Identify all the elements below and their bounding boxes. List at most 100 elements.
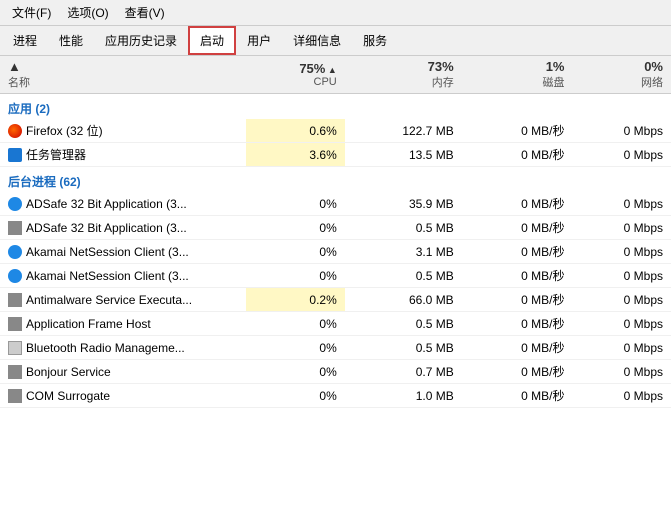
app-icon bbox=[8, 221, 22, 235]
network-value: 0 Mbps bbox=[572, 264, 671, 288]
table-row[interactable]: ADSafe 32 Bit Application (3...0%35.9 MB… bbox=[0, 192, 671, 216]
disk-value: 0 MB/秒 bbox=[462, 192, 573, 216]
app-icon bbox=[8, 197, 22, 211]
app-icon bbox=[8, 245, 22, 259]
cpu-value: 0% bbox=[246, 192, 344, 216]
group-header: 应用 (2) bbox=[0, 94, 671, 120]
network-value: 0 Mbps bbox=[572, 192, 671, 216]
process-name: COM Surrogate bbox=[0, 384, 246, 408]
disk-value: 0 MB/秒 bbox=[462, 143, 573, 167]
cpu-value: 0% bbox=[246, 312, 344, 336]
table-row[interactable]: COM Surrogate0%1.0 MB0 MB/秒0 Mbps bbox=[0, 384, 671, 408]
tab-app-history[interactable]: 应用历史记录 bbox=[94, 27, 188, 54]
memory-value: 0.5 MB bbox=[345, 264, 462, 288]
network-value: 0 Mbps bbox=[572, 216, 671, 240]
process-name: 任务管理器 bbox=[0, 143, 246, 167]
network-value: 0 Mbps bbox=[572, 336, 671, 360]
network-value: 0 Mbps bbox=[572, 312, 671, 336]
process-name: ADSafe 32 Bit Application (3... bbox=[0, 192, 246, 216]
tab-bar: 进程 性能 应用历史记录 启动 用户 详细信息 服务 bbox=[0, 26, 671, 56]
table-row[interactable]: ADSafe 32 Bit Application (3...0%0.5 MB0… bbox=[0, 216, 671, 240]
cpu-value: 0% bbox=[246, 240, 344, 264]
process-name: Bluetooth Radio Manageme... bbox=[0, 336, 246, 360]
disk-value: 0 MB/秒 bbox=[462, 216, 573, 240]
memory-value: 0.5 MB bbox=[345, 312, 462, 336]
cpu-value: 0.2% bbox=[246, 288, 344, 312]
table-row[interactable]: Firefox (32 位)0.6%122.7 MB0 MB/秒0 Mbps bbox=[0, 119, 671, 143]
app-icon bbox=[8, 317, 22, 331]
menu-bar: 文件(F) 选项(O) 查看(V) bbox=[0, 0, 671, 26]
process-name: Firefox (32 位) bbox=[0, 119, 246, 143]
network-value: 0 Mbps bbox=[572, 384, 671, 408]
memory-value: 122.7 MB bbox=[345, 119, 462, 143]
process-table-area[interactable]: ▲ 名称 75% CPU 73% 内存 1% 磁盘 bbox=[0, 56, 671, 505]
process-name: Bonjour Service bbox=[0, 360, 246, 384]
table-row[interactable]: Application Frame Host0%0.5 MB0 MB/秒0 Mb… bbox=[0, 312, 671, 336]
table-row[interactable]: Akamai NetSession Client (3...0%3.1 MB0 … bbox=[0, 240, 671, 264]
col-memory[interactable]: 73% 内存 bbox=[345, 56, 462, 94]
process-name: ADSafe 32 Bit Application (3... bbox=[0, 216, 246, 240]
memory-value: 3.1 MB bbox=[345, 240, 462, 264]
network-value: 0 Mbps bbox=[572, 143, 671, 167]
app-icon bbox=[8, 269, 22, 283]
table-row[interactable]: Antimalware Service Executa...0.2%66.0 M… bbox=[0, 288, 671, 312]
app-icon bbox=[8, 341, 22, 355]
memory-value: 0.5 MB bbox=[345, 216, 462, 240]
menu-options[interactable]: 选项(O) bbox=[59, 2, 116, 23]
app-icon bbox=[8, 148, 22, 162]
tab-services[interactable]: 服务 bbox=[352, 27, 398, 54]
app-icon bbox=[8, 365, 22, 379]
table-row[interactable]: Bluetooth Radio Manageme...0%0.5 MB0 MB/… bbox=[0, 336, 671, 360]
menu-view[interactable]: 查看(V) bbox=[117, 2, 173, 23]
process-name: Akamai NetSession Client (3... bbox=[0, 264, 246, 288]
disk-value: 0 MB/秒 bbox=[462, 119, 573, 143]
menu-file[interactable]: 文件(F) bbox=[4, 2, 59, 23]
memory-value: 66.0 MB bbox=[345, 288, 462, 312]
disk-value: 0 MB/秒 bbox=[462, 384, 573, 408]
disk-value: 0 MB/秒 bbox=[462, 360, 573, 384]
tab-details[interactable]: 详细信息 bbox=[282, 27, 352, 54]
tab-users[interactable]: 用户 bbox=[236, 27, 282, 54]
cpu-value: 0% bbox=[246, 216, 344, 240]
network-value: 0 Mbps bbox=[572, 119, 671, 143]
process-table: ▲ 名称 75% CPU 73% 内存 1% 磁盘 bbox=[0, 56, 671, 408]
cpu-value: 0% bbox=[246, 264, 344, 288]
app-icon bbox=[8, 293, 22, 307]
network-value: 0 Mbps bbox=[572, 288, 671, 312]
memory-value: 0.5 MB bbox=[345, 336, 462, 360]
disk-value: 0 MB/秒 bbox=[462, 264, 573, 288]
network-value: 0 Mbps bbox=[572, 240, 671, 264]
main-area: ▲ 名称 75% CPU 73% 内存 1% 磁盘 bbox=[0, 56, 671, 505]
app-icon bbox=[8, 389, 22, 403]
cpu-value: 0% bbox=[246, 384, 344, 408]
process-name: Application Frame Host bbox=[0, 312, 246, 336]
cpu-value: 0% bbox=[246, 336, 344, 360]
cpu-value: 3.6% bbox=[246, 143, 344, 167]
memory-value: 35.9 MB bbox=[345, 192, 462, 216]
tab-startup[interactable]: 启动 bbox=[188, 26, 236, 55]
memory-value: 13.5 MB bbox=[345, 143, 462, 167]
col-name[interactable]: ▲ 名称 bbox=[0, 56, 246, 94]
tab-performance[interactable]: 性能 bbox=[48, 27, 94, 54]
memory-value: 0.7 MB bbox=[345, 360, 462, 384]
network-value: 0 Mbps bbox=[572, 360, 671, 384]
firefox-icon bbox=[8, 124, 22, 138]
memory-value: 1.0 MB bbox=[345, 384, 462, 408]
table-row[interactable]: Akamai NetSession Client (3...0%0.5 MB0 … bbox=[0, 264, 671, 288]
disk-value: 0 MB/秒 bbox=[462, 288, 573, 312]
disk-value: 0 MB/秒 bbox=[462, 240, 573, 264]
col-disk[interactable]: 1% 磁盘 bbox=[462, 56, 573, 94]
disk-value: 0 MB/秒 bbox=[462, 336, 573, 360]
col-cpu[interactable]: 75% CPU bbox=[246, 56, 344, 94]
table-row[interactable]: Bonjour Service0%0.7 MB0 MB/秒0 Mbps bbox=[0, 360, 671, 384]
cpu-value: 0.6% bbox=[246, 119, 344, 143]
col-network[interactable]: 0% 网络 bbox=[572, 56, 671, 94]
column-headers: ▲ 名称 75% CPU 73% 内存 1% 磁盘 bbox=[0, 56, 671, 94]
group-header: 后台进程 (62) bbox=[0, 167, 671, 193]
table-row[interactable]: 任务管理器3.6%13.5 MB0 MB/秒0 Mbps bbox=[0, 143, 671, 167]
cpu-value: 0% bbox=[246, 360, 344, 384]
tab-processes[interactable]: 进程 bbox=[2, 27, 48, 54]
process-name: Antimalware Service Executa... bbox=[0, 288, 246, 312]
process-name: Akamai NetSession Client (3... bbox=[0, 240, 246, 264]
disk-value: 0 MB/秒 bbox=[462, 312, 573, 336]
